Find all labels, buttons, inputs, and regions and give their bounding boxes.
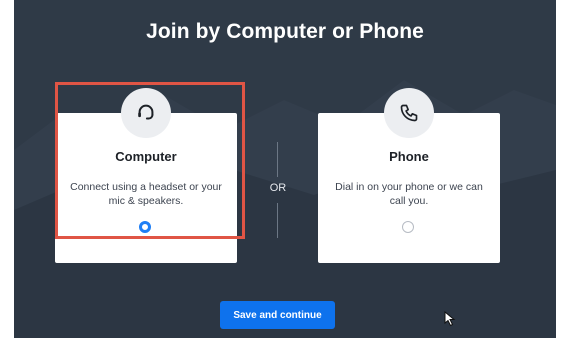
divider-bottom <box>277 203 278 238</box>
selection-highlight-box <box>55 82 245 239</box>
page-title: Join by Computer or Phone <box>146 20 424 43</box>
or-separator: OR <box>269 182 287 194</box>
mouse-cursor-icon <box>444 311 456 327</box>
phone-option-card[interactable]: Phone Dial in on your phone or we can ca… <box>318 88 500 263</box>
join-dialog: Join by Computer or Phone OR Computer Co… <box>14 0 556 338</box>
phone-icon <box>384 88 434 138</box>
phone-option-description: Dial in on your phone or we can call you… <box>335 181 483 207</box>
phone-radio-button[interactable] <box>402 221 414 233</box>
save-and-continue-button[interactable]: Save and continue <box>220 301 335 329</box>
phone-option-title: Phone <box>389 149 429 164</box>
divider-top <box>277 142 278 177</box>
